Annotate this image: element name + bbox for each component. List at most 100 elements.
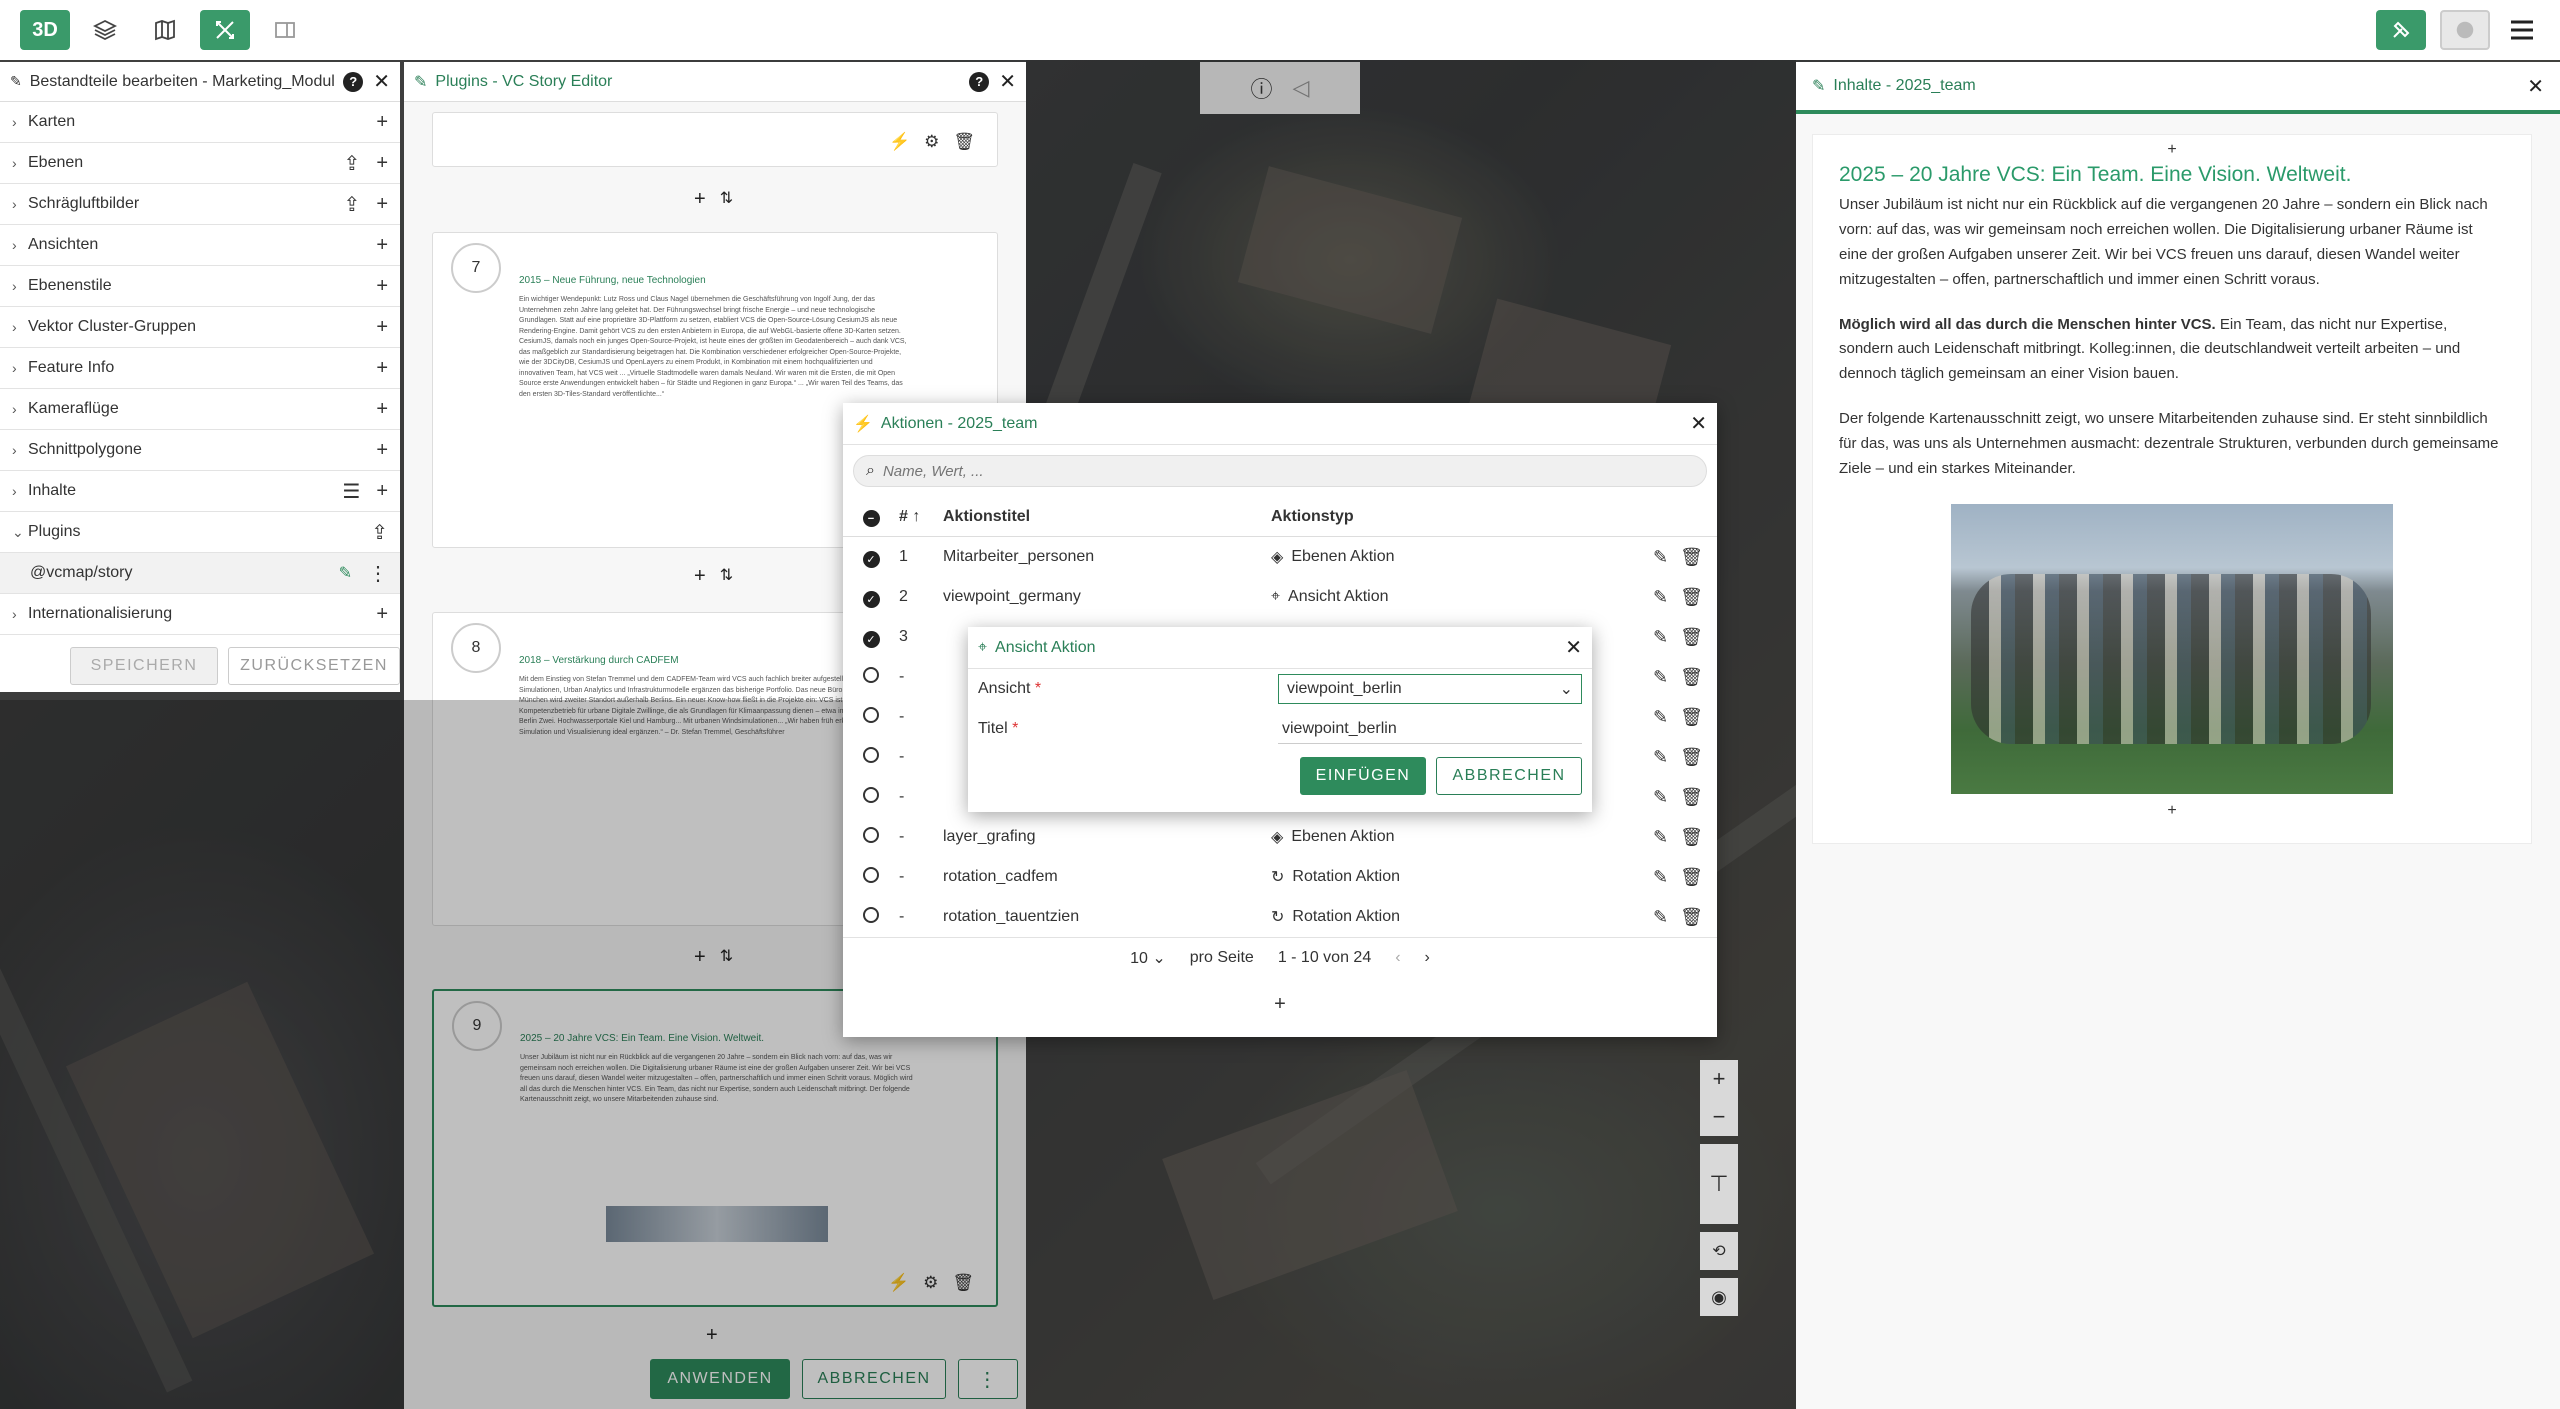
chevron-right-icon[interactable]: › [12,319,28,335]
trash-icon[interactable]: 🗑 [1680,547,1703,568]
help-icon[interactable]: ? [343,71,364,92]
insert-controls[interactable]: + ⇅ [694,565,733,588]
trash-icon[interactable]: 🗑 [1680,587,1703,608]
table-row[interactable]: - rotation_cadfem ↻ Rotation Aktion ✎ 🗑 [843,857,1717,897]
sidebar-icon[interactable] [260,10,310,50]
tree-item[interactable]: › Karten + [0,102,400,143]
3d-toggle-button[interactable]: 3D [20,10,70,50]
more-icon[interactable]: ⋮ [368,561,388,586]
hamburger-icon[interactable] [2504,10,2540,50]
radio-icon[interactable] [843,906,899,928]
tools-icon[interactable] [200,10,250,50]
plus-icon[interactable]: + [376,111,388,134]
trash-icon[interactable]: 🗑 [1680,667,1703,688]
trash-icon[interactable]: 🗑 [1680,627,1703,648]
help-icon[interactable]: ? [969,71,990,92]
chevron-right-icon[interactable]: › [12,278,28,294]
plus-icon[interactable]: + [694,188,706,211]
plus-icon[interactable]: + [376,603,388,626]
plus-icon[interactable]: + [376,316,388,339]
plus-icon[interactable]: + [1813,141,2531,159]
upload-icon[interactable]: ⇪ [344,192,361,217]
story-card-previous[interactable]: ⚡ ⚙ 🗑 [432,112,998,167]
close-icon[interactable]: ✕ [999,69,1016,94]
title-input[interactable]: viewpoint_berlin [1277,714,1582,744]
tree-item[interactable]: › Feature Info + [0,348,400,389]
tree-item[interactable]: › Ebenen ⇪ + [0,143,400,184]
trash-icon[interactable]: 🗑 [953,132,975,152]
radio-icon[interactable] [843,746,899,768]
view-select[interactable]: viewpoint_berlin ⌄ [1277,674,1582,704]
plus-icon[interactable]: + [376,357,388,380]
close-icon[interactable]: ✕ [1565,635,1582,660]
sort-icon[interactable]: ⇅ [720,188,733,211]
next-page-icon[interactable]: › [1425,949,1430,967]
add-action-button[interactable]: + [843,993,1717,1016]
plus-icon[interactable]: + [376,234,388,257]
tree-item[interactable]: @vcmap/story ✎ ⋮ [0,553,400,594]
radio-icon[interactable] [843,706,899,728]
trash-icon[interactable]: 🗑 [1680,867,1703,888]
tree-item[interactable]: › Kameraflüge + [0,389,400,430]
plus-icon[interactable]: + [376,439,388,462]
upload-icon[interactable]: ⇪ [344,151,361,176]
chevron-right-icon[interactable]: › [12,442,28,458]
radio-icon[interactable] [843,786,899,808]
trash-icon[interactable]: 🗑 [1680,707,1703,728]
close-icon[interactable]: ✕ [2527,74,2544,99]
edit-icon[interactable]: ✎ [1653,747,1668,768]
prev-page-icon[interactable]: ‹ [1395,949,1400,967]
chevron-right-icon[interactable]: › [12,401,28,417]
trash-icon[interactable]: 🗑 [1680,827,1703,848]
per-page-select[interactable]: 10 ⌄ [1130,948,1166,968]
plus-icon[interactable]: + [694,565,706,588]
chevron-right-icon[interactable]: › [12,155,28,171]
checked-icon[interactable]: ✓ [843,547,899,568]
chevron-right-icon[interactable]: › [12,606,28,622]
edit-icon[interactable]: ✎ [1653,827,1668,848]
tree-item[interactable]: › Schnittpolygone + [0,430,400,471]
close-icon[interactable]: ✕ [373,69,390,94]
table-row[interactable]: - layer_grafing ◈ Ebenen Aktion ✎ 🗑 [843,817,1717,857]
plus-icon[interactable]: + [376,193,388,216]
reset-button[interactable]: ZURÜCKSETZEN [228,647,400,685]
gear-icon[interactable]: ⚙ [924,132,939,152]
insert-controls[interactable]: + ⇅ [694,188,733,211]
sort-icon[interactable]: ⇅ [720,565,733,588]
search-input[interactable] [882,462,1706,480]
tree-item[interactable]: ⌄ Plugins ⇪ [0,512,400,553]
col-type[interactable]: Aktionstyp [1271,508,1611,526]
tree-item[interactable]: › Ansichten + [0,225,400,266]
tree-item[interactable]: › Internationalisierung + [0,594,400,635]
checked-icon[interactable]: ✓ [843,627,899,648]
radio-icon[interactable] [843,866,899,888]
plus-icon[interactable]: + [376,480,388,503]
edit-icon[interactable]: ✎ [339,563,352,583]
chevron-right-icon[interactable]: › [12,196,28,212]
search-field[interactable]: ⌕ [853,455,1707,487]
radio-icon[interactable] [843,666,899,688]
radio-icon[interactable] [843,826,899,848]
chevron-right-icon[interactable]: › [12,237,28,253]
cancel-button[interactable]: ABBRECHEN [1436,757,1582,795]
edit-icon[interactable]: ✎ [1653,867,1668,888]
plus-icon[interactable]: + [376,398,388,421]
table-row[interactable]: ✓ 2 viewpoint_germany ⌖ Ansicht Aktion ✎ 🗑 [843,577,1717,617]
chevron-right-icon[interactable]: › [12,114,28,130]
tree-item[interactable]: › Vektor Cluster-Gruppen + [0,307,400,348]
close-icon[interactable]: ✕ [1690,411,1707,436]
tree-item[interactable]: › Ebenenstile + [0,266,400,307]
edit-icon[interactable]: ✎ [1653,587,1668,608]
table-row[interactable]: ✓ 1 Mitarbeiter_personen ◈ Ebenen Aktion ✎ 🗑 [843,537,1717,577]
trash-icon[interactable]: 🗑 [1680,907,1703,928]
edit-icon[interactable]: ✎ [1653,667,1668,688]
layers-icon[interactable] [80,10,130,50]
upload-icon[interactable]: ⇪ [371,520,388,545]
tree-item[interactable]: › Inhalte ☰ + [0,471,400,512]
map-icon[interactable] [140,10,190,50]
puzzle-icon[interactable] [2376,10,2426,50]
plus-icon[interactable]: + [1813,802,2531,820]
col-num[interactable]: # ↑ [899,508,943,526]
trash-icon[interactable]: 🗑 [1680,787,1703,808]
edit-icon[interactable]: ✎ [1653,627,1668,648]
